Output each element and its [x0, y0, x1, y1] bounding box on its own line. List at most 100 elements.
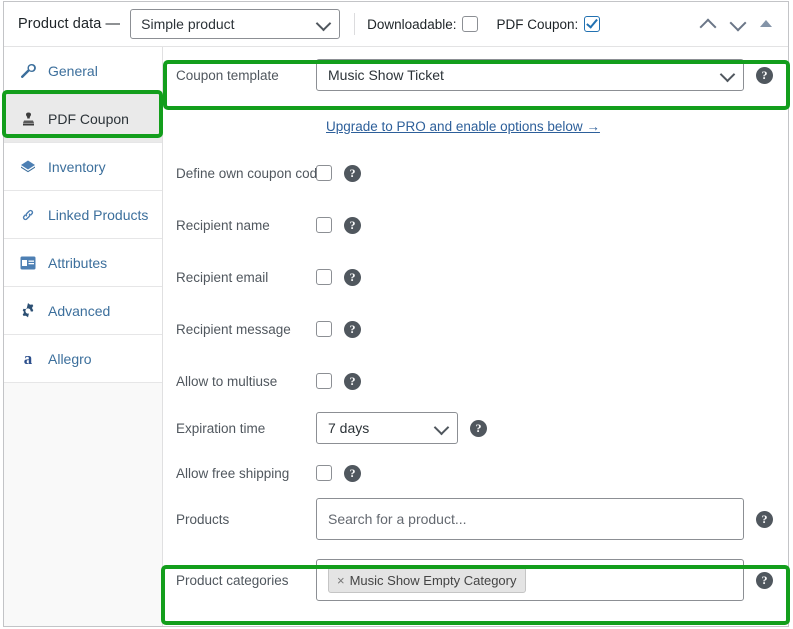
downloadable-field: Downloadable: [367, 16, 479, 32]
coupon-template-select[interactable]: Music Show Ticket [316, 59, 744, 91]
downloadable-label: Downloadable: [367, 16, 457, 32]
panel-body: General PDF Coupon Inventory Linked Prod… [4, 47, 788, 626]
coupon-template-value: Music Show Ticket [328, 67, 444, 83]
recipient-message-help-icon[interactable]: ? [344, 320, 361, 338]
sidebar-item-label: Attributes [48, 254, 108, 271]
sidebar-item-label: Advanced [48, 302, 111, 319]
products-label: Products [176, 511, 230, 527]
expiration-time-row: Expiration time 7 days ? [164, 406, 788, 450]
expiration-time-select[interactable]: 7 days [316, 412, 458, 444]
define-own-coupon-code-label: Define own coupon code [176, 165, 325, 181]
products-search-input[interactable]: Search for a product... [316, 498, 744, 540]
pdf-coupon-checkbox[interactable] [584, 16, 601, 32]
sidebar-item-inventory[interactable]: Inventory [4, 143, 162, 191]
sidebar-item-label: Allegro [48, 350, 92, 367]
define-own-coupon-code-control: ? [316, 164, 361, 182]
recipient-email-help-icon[interactable]: ? [344, 268, 361, 286]
sidebar-item-general[interactable]: General [4, 47, 162, 95]
allow-free-shipping-label: Allow free shipping [176, 465, 290, 481]
recipient-email-control: ? [316, 268, 361, 286]
page-title: Product data — [18, 16, 121, 32]
expiration-time-value: 7 days [328, 420, 370, 436]
recipient-name-help-icon[interactable]: ? [344, 216, 361, 234]
allow-free-shipping-row: Allow free shipping ? [164, 451, 788, 495]
product-type-select[interactable]: Simple product [130, 9, 341, 39]
expiration-time-label: Expiration time [176, 420, 266, 436]
sidebar-item-label: PDF Coupon [48, 110, 129, 127]
product-data-panel: Product data — Simple product Downloadab… [3, 1, 789, 627]
sidebar-item-label: General [48, 62, 98, 79]
allow-multiuse-help-icon[interactable]: ? [344, 372, 361, 390]
allow-free-shipping-checkbox[interactable] [316, 465, 332, 481]
upgrade-to-pro-link[interactable]: Upgrade to PRO and enable options below … [326, 119, 600, 134]
define-own-coupon-code-checkbox[interactable] [316, 165, 332, 181]
expiration-time-help-icon[interactable]: ? [470, 419, 487, 437]
coupon-template-label: Coupon template [176, 67, 279, 83]
sidebar-item-allegro[interactable]: a Allegro [4, 335, 162, 383]
sidebar-item-pdf-coupon[interactable]: PDF Coupon [4, 95, 162, 143]
recipient-message-checkbox[interactable] [316, 321, 332, 337]
gear-icon [18, 302, 38, 320]
product-categories-label: Product categories [176, 572, 289, 588]
pdf-coupon-form: Coupon template Music Show Ticket ? Upgr… [164, 47, 788, 626]
box-icon [18, 158, 38, 176]
category-tag[interactable]: × Music Show Empty Category [328, 567, 526, 593]
allow-free-shipping-help-icon[interactable]: ? [344, 464, 361, 482]
allow-multiuse-checkbox[interactable] [316, 373, 332, 389]
products-search-placeholder: Search for a product... [328, 511, 467, 527]
product-type-value: Simple product [141, 16, 235, 32]
allow-multiuse-control: ? [316, 372, 361, 390]
product-categories-help-icon[interactable]: ? [756, 571, 773, 589]
recipient-message-control: ? [316, 320, 361, 338]
products-row: Products Search for a product... ? [164, 491, 788, 547]
product-data-panel-screen: Product data — Simple product Downloadab… [0, 0, 793, 629]
recipient-email-label: Recipient email [176, 269, 269, 285]
products-help-icon[interactable]: ? [756, 510, 773, 528]
sidebar-item-label: Inventory [48, 158, 106, 175]
allow-free-shipping-control: ? [316, 464, 361, 482]
sidebar-item-advanced[interactable]: Advanced [4, 287, 162, 335]
coupon-template-control: Music Show Ticket ? [316, 59, 773, 91]
stamp-icon [18, 110, 38, 128]
recipient-message-label: Recipient message [176, 321, 291, 337]
move-down-icon[interactable] [730, 16, 746, 32]
product-data-tabs: General PDF Coupon Inventory Linked Prod… [4, 47, 163, 626]
recipient-email-row: Recipient email ? [164, 255, 788, 299]
product-categories-row: Product categories × Music Show Empty Ca… [164, 552, 788, 608]
sidebar-item-attributes[interactable]: Attributes [4, 239, 162, 287]
chevron-down-icon [433, 419, 450, 436]
allegro-icon: a [23, 349, 33, 368]
remove-tag-icon[interactable]: × [337, 573, 345, 588]
panel-header: Product data — Simple product Downloadab… [4, 2, 788, 47]
recipient-name-checkbox[interactable] [316, 217, 332, 233]
recipient-name-label: Recipient name [176, 217, 270, 233]
allow-multiuse-label: Allow to multiuse [176, 373, 278, 389]
coupon-template-help-icon[interactable]: ? [756, 66, 773, 84]
panel-header-tools [700, 16, 778, 32]
link-icon [18, 206, 38, 224]
move-up-icon[interactable] [700, 16, 716, 32]
window-icon [18, 254, 38, 272]
recipient-message-row: Recipient message ? [164, 307, 788, 351]
allow-multiuse-row: Allow to multiuse ? [164, 359, 788, 403]
coupon-template-row: Coupon template Music Show Ticket ? [164, 53, 788, 97]
chevron-down-icon [315, 15, 332, 32]
recipient-email-checkbox[interactable] [316, 269, 332, 285]
recipient-name-row: Recipient name ? [164, 203, 788, 247]
product-categories-input[interactable]: × Music Show Empty Category [316, 559, 744, 601]
sidebar-item-label: Linked Products [48, 206, 149, 223]
wrench-icon [18, 62, 38, 80]
toggle-panel-icon[interactable] [760, 20, 772, 27]
pdf-coupon-label: PDF Coupon: [496, 16, 579, 32]
expiration-time-control: 7 days ? [316, 412, 487, 444]
category-tag-label: Music Show Empty Category [349, 572, 517, 588]
product-categories-control: × Music Show Empty Category ? [316, 559, 773, 601]
header-divider [354, 13, 356, 35]
define-own-coupon-code-help-icon[interactable]: ? [344, 164, 361, 182]
recipient-name-control: ? [316, 216, 361, 234]
define-own-coupon-code-row: Define own coupon code ? [164, 151, 788, 195]
chevron-down-icon [719, 66, 736, 83]
downloadable-checkbox[interactable] [462, 16, 479, 32]
products-control: Search for a product... ? [316, 498, 773, 540]
sidebar-item-linked-products[interactable]: Linked Products [4, 191, 162, 239]
